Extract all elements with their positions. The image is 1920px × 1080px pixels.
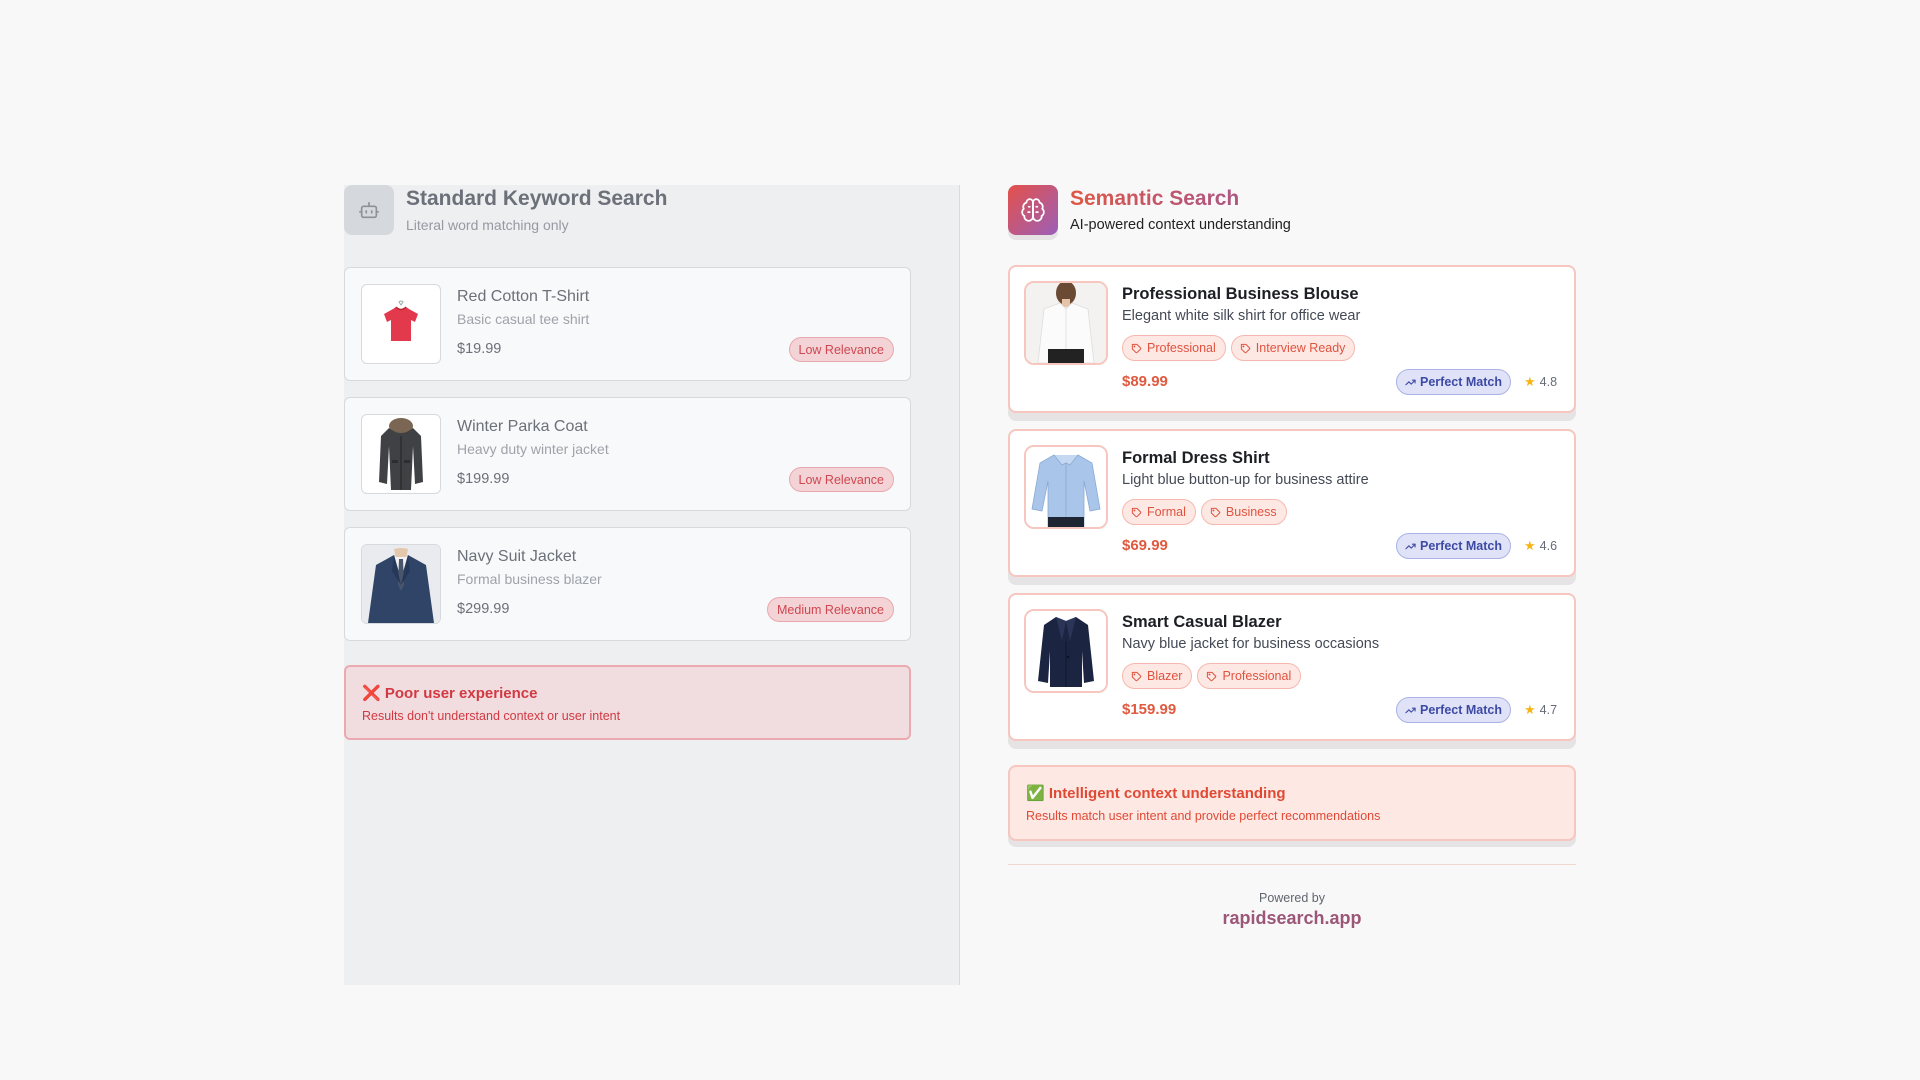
tag-chip[interactable]: Professional xyxy=(1122,335,1226,361)
powered-by-label: Powered by xyxy=(1258,891,1325,905)
robot-icon xyxy=(344,185,394,235)
result-price: $19.99 xyxy=(457,341,502,357)
result-name: Red Cotton T-Shirt xyxy=(457,288,590,305)
match-badge: Perfect Match xyxy=(1396,697,1511,723)
keyword-result-card[interactable]: Winter Parka Coat Heavy duty winter jack… xyxy=(344,397,911,511)
star-icon: ★ xyxy=(1524,538,1536,553)
semantic-panel-header: Semantic Search AI-powered context under… xyxy=(1008,185,1291,235)
tag-icon xyxy=(1206,671,1217,682)
semantic-panel-subtitle: AI-powered context understanding xyxy=(1070,217,1291,233)
semantic-result-card[interactable]: Formal Dress Shirt Light blue button-up … xyxy=(1008,429,1576,577)
alert-title: Poor user experience xyxy=(384,685,538,702)
tag-icon xyxy=(1131,343,1142,354)
keyword-search-panel: Standard Keyword Search Literal word mat… xyxy=(344,185,960,985)
tag-chip[interactable]: Formal xyxy=(1122,499,1196,525)
result-tags: Professional Interview Ready xyxy=(1122,335,1356,361)
trending-up-icon xyxy=(1405,705,1416,716)
alert-text: Results match user intent and provide pe… xyxy=(1026,809,1381,823)
tag-chip[interactable]: Business xyxy=(1200,499,1287,525)
trending-up-icon xyxy=(1405,541,1416,552)
tag-chip[interactable]: Interview Ready xyxy=(1230,335,1356,361)
relevance-badge: Medium Relevance xyxy=(767,597,894,622)
semantic-result-card[interactable]: Professional Business Blouse Elegant whi… xyxy=(1008,265,1576,413)
blazer-image xyxy=(1024,609,1108,693)
keyword-panel-header: Standard Keyword Search Literal word mat… xyxy=(344,185,667,235)
parka-coat-image xyxy=(361,414,441,494)
star-icon: ★ xyxy=(1524,374,1536,389)
result-name: Winter Parka Coat xyxy=(457,418,588,435)
keyword-result-card[interactable]: Red Cotton T-Shirt Basic casual tee shir… xyxy=(344,267,911,381)
result-price: $199.99 xyxy=(457,471,510,487)
result-name: Formal Dress Shirt xyxy=(1122,449,1270,467)
result-name: Professional Business Blouse xyxy=(1122,285,1359,303)
tag-icon xyxy=(1240,343,1251,354)
tag-icon xyxy=(1131,671,1142,682)
tag-icon xyxy=(1131,507,1142,518)
rating: ★ 4.7 xyxy=(1524,702,1558,717)
relevance-badge: Low Relevance xyxy=(788,337,894,362)
keyword-panel-title: Standard Keyword Search xyxy=(406,187,668,210)
result-name: Navy Suit Jacket xyxy=(457,548,577,565)
semantic-panel-title: Semantic Search xyxy=(1070,187,1291,211)
result-description: Heavy duty winter jacket xyxy=(457,441,609,457)
brain-icon xyxy=(1008,185,1058,235)
star-icon: ★ xyxy=(1524,702,1536,717)
poor-experience-alert: ❌ Poor user experience Results don't und… xyxy=(344,665,911,740)
red-tshirt-image xyxy=(361,284,441,364)
suit-jacket-image xyxy=(361,544,441,624)
blouse-image xyxy=(1024,281,1108,365)
result-price: $89.99 xyxy=(1122,373,1168,390)
brand-link[interactable]: rapidsearch.app xyxy=(1008,908,1576,929)
result-description: Formal business blazer xyxy=(457,571,602,587)
result-description: Light blue button-up for business attire xyxy=(1122,472,1369,488)
check-mark-icon: ✅ xyxy=(1026,785,1045,802)
keyword-panel-subtitle: Literal word matching only xyxy=(406,217,569,233)
match-badge: Perfect Match xyxy=(1396,369,1511,395)
result-name: Smart Casual Blazer xyxy=(1122,613,1282,631)
intelligent-context-alert: ✅ Intelligent context understanding Resu… xyxy=(1008,765,1576,841)
relevance-badge: Low Relevance xyxy=(788,467,894,492)
result-tags: Blazer Professional xyxy=(1122,663,1302,689)
result-price: $159.99 xyxy=(1122,701,1177,718)
footer-divider xyxy=(1008,864,1576,865)
rating: ★ 4.6 xyxy=(1524,538,1558,553)
result-description: Elegant white silk shirt for office wear xyxy=(1122,308,1361,324)
trending-up-icon xyxy=(1405,377,1416,388)
result-tags: Formal Business xyxy=(1122,499,1287,525)
result-description: Basic casual tee shirt xyxy=(457,311,590,327)
match-badge: Perfect Match xyxy=(1396,533,1511,559)
semantic-result-card[interactable]: Smart Casual Blazer Navy blue jacket for… xyxy=(1008,593,1576,741)
result-price: $299.99 xyxy=(457,601,510,617)
rating: ★ 4.8 xyxy=(1524,374,1558,389)
tag-icon xyxy=(1210,507,1221,518)
alert-title: Intelligent context understanding xyxy=(1048,785,1286,802)
tag-chip[interactable]: Blazer xyxy=(1122,663,1193,689)
dress-shirt-image xyxy=(1024,445,1108,529)
result-price: $69.99 xyxy=(1122,537,1168,554)
tag-chip[interactable]: Professional xyxy=(1197,663,1302,689)
keyword-result-card[interactable]: Navy Suit Jacket Formal business blazer … xyxy=(344,527,911,641)
alert-text: Results don't understand context or user… xyxy=(362,709,621,723)
result-description: Navy blue jacket for business occasions xyxy=(1122,636,1380,652)
x-mark-icon: ❌ xyxy=(362,685,381,702)
